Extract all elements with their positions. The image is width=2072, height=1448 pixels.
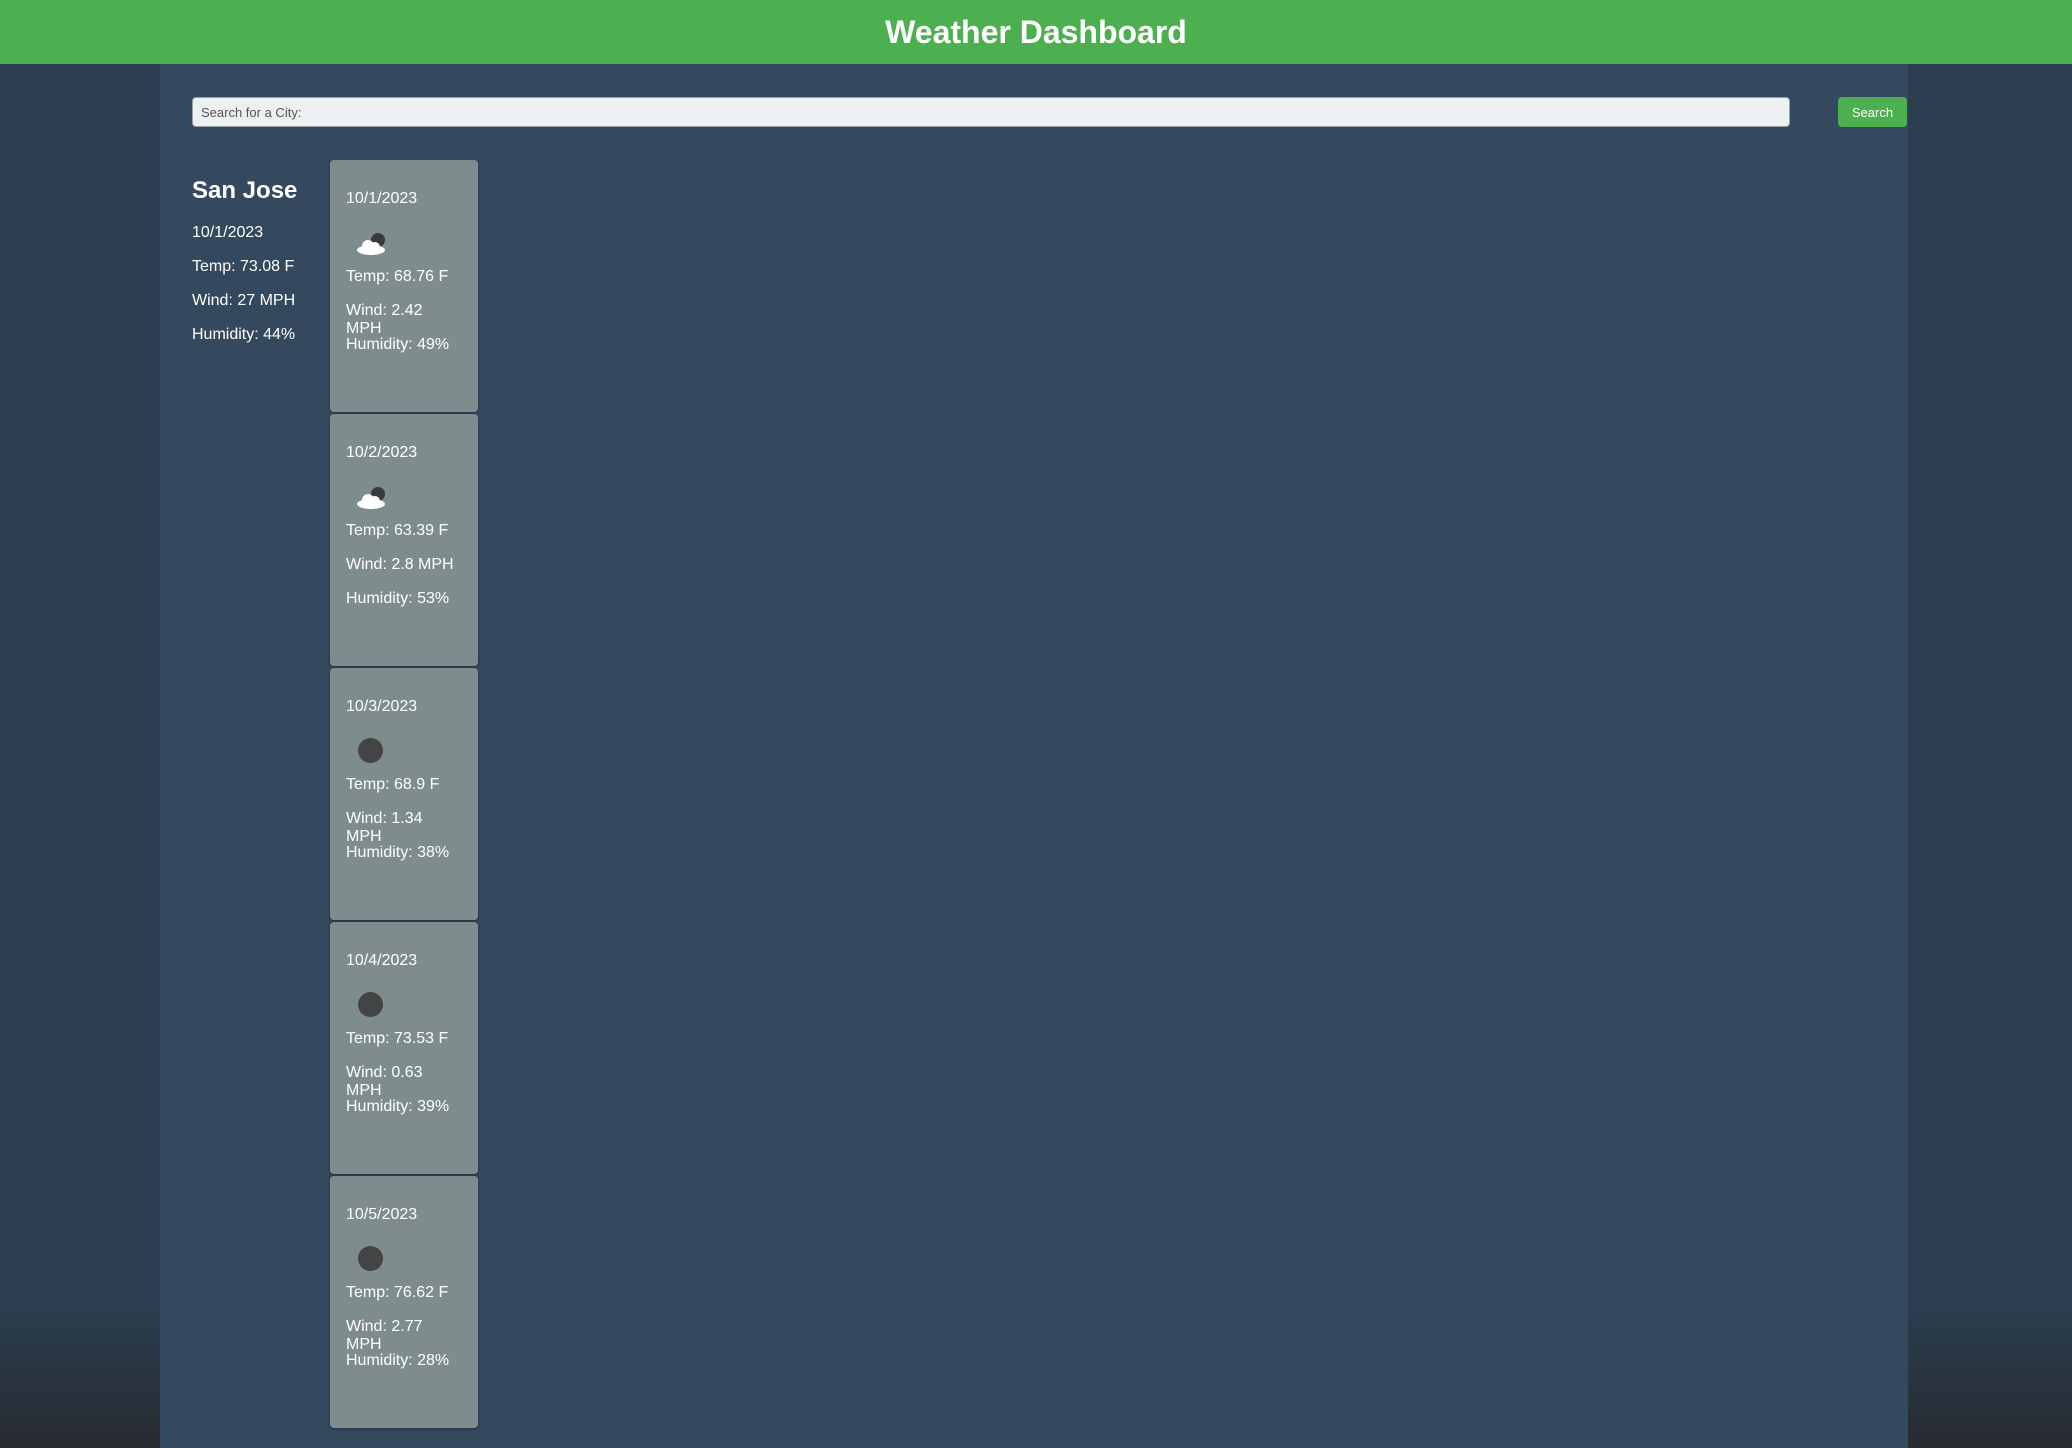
app-header: Weather Dashboard (0, 0, 2072, 64)
forecast-list: 10/1/2023 Temp: 68.76 F Wind: 2.42 MPH H… (330, 160, 478, 1430)
forecast-temp: Temp: 73.53 F (346, 1030, 449, 1047)
forecast-date: 10/5/2023 (346, 1206, 418, 1223)
city-name: San Jose (192, 177, 298, 204)
forecast-date: 10/1/2023 (346, 190, 418, 207)
forecast-humidity: Humidity: 28% (346, 1352, 450, 1369)
forecast-temp: Temp: 63.39 F (346, 522, 449, 539)
search-button[interactable]: Search (1838, 97, 1907, 127)
current-weather: San Jose 10/1/2023 Temp: 73.08 F Wind: 2… (192, 176, 322, 360)
clear-night-icon (358, 992, 383, 1017)
search-bar: Search (192, 97, 1908, 127)
main-container: Search San Jose 10/1/2023 Temp: 73.08 F … (160, 64, 1908, 1448)
clear-night-icon (358, 1246, 383, 1271)
partly-cloudy-night-icon (357, 233, 385, 255)
forecast-temp: Temp: 68.9 F (346, 776, 440, 793)
page-title: Weather Dashboard (885, 13, 1187, 50)
forecast-date: 10/2/2023 (346, 444, 418, 461)
forecast-humidity: Humidity: 39% (346, 1098, 450, 1115)
forecast-humidity: Humidity: 49% (346, 336, 450, 353)
forecast-wind: Wind: 2.42 MPH (346, 302, 423, 337)
forecast-date: 10/3/2023 (346, 698, 418, 715)
city-search-input[interactable] (192, 97, 1790, 127)
forecast-wind: Wind: 1.34 MPH (346, 810, 423, 845)
forecast-temp: Temp: 76.62 F (346, 1284, 449, 1301)
forecast-date: 10/4/2023 (346, 952, 418, 969)
forecast-wind: Wind: 2.77 MPH (346, 1318, 423, 1353)
forecast-wind: Wind: 2.8 MPH (346, 556, 454, 573)
forecast-card: 10/2/2023 Temp: 63.39 F Wind: 2.8 MPH Hu… (330, 414, 478, 666)
forecast-card: 10/5/2023 Temp: 76.62 F Wind: 2.77 MPH H… (330, 1176, 478, 1428)
forecast-wind: Wind: 0.63 MPH (346, 1064, 423, 1099)
forecast-humidity: Humidity: 38% (346, 844, 450, 861)
current-wind: Wind: 27 MPH (192, 292, 296, 309)
forecast-humidity: Humidity: 53% (346, 590, 450, 607)
forecast-temp: Temp: 68.76 F (346, 268, 449, 285)
partly-cloudy-night-icon (357, 487, 385, 509)
clear-night-icon (358, 738, 383, 763)
current-date: 10/1/2023 (192, 224, 264, 241)
forecast-card: 10/4/2023 Temp: 73.53 F Wind: 0.63 MPH H… (330, 922, 478, 1174)
forecast-card: 10/1/2023 Temp: 68.76 F Wind: 2.42 MPH H… (330, 160, 478, 412)
current-temp: Temp: 73.08 F (192, 258, 295, 275)
current-humidity: Humidity: 44% (192, 326, 296, 343)
forecast-card: 10/3/2023 Temp: 68.9 F Wind: 1.34 MPH Hu… (330, 668, 478, 920)
